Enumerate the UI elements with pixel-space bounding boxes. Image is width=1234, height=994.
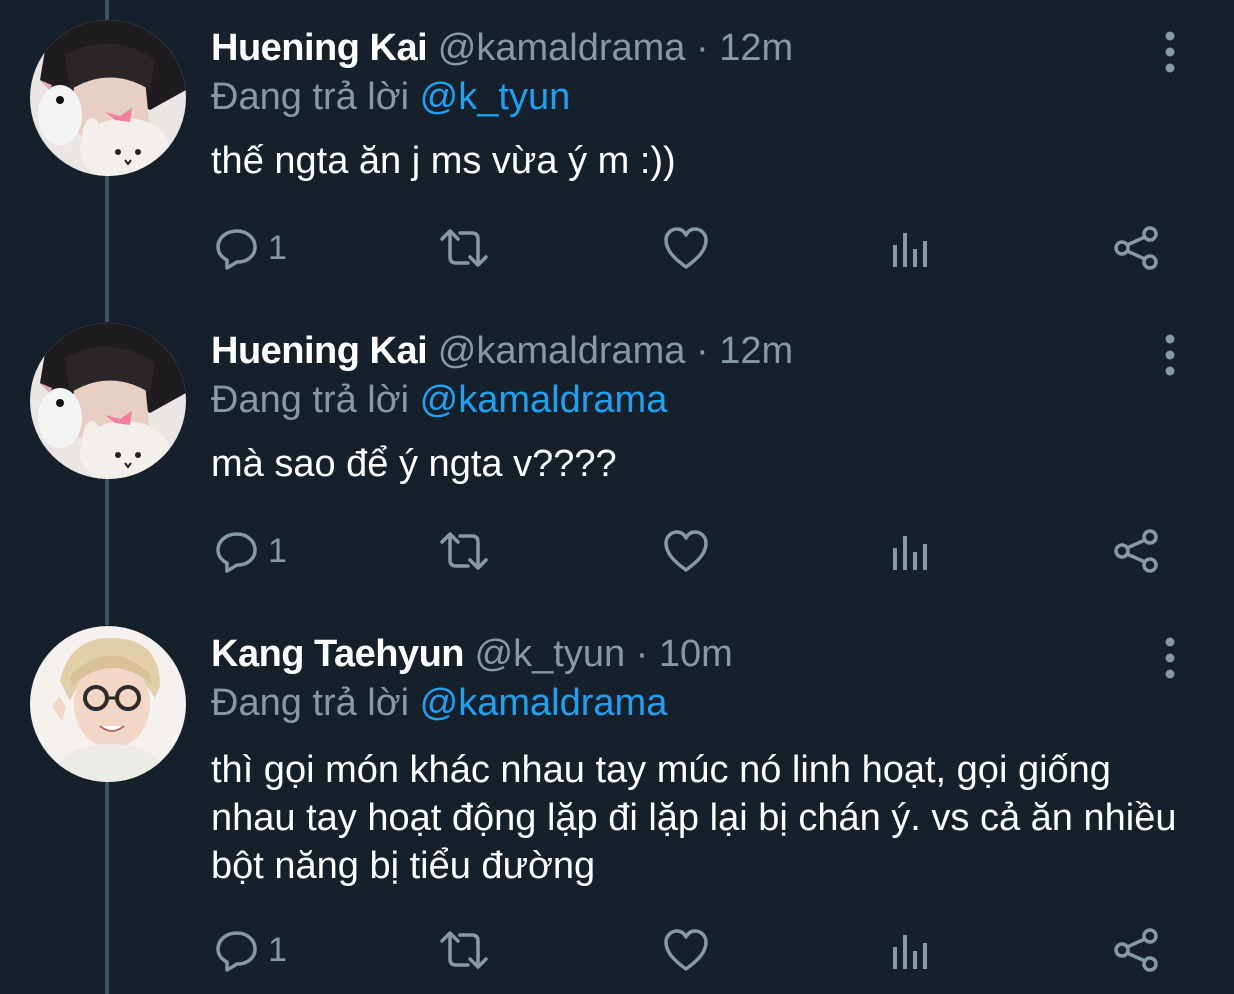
replying-label: Đang trả lời — [211, 379, 410, 421]
share-button[interactable] — [1112, 218, 1160, 278]
share-icon — [1114, 928, 1158, 972]
mention-link[interactable]: @kamaldrama — [420, 379, 668, 421]
tweet-text: thế ngta ăn j ms vừa ý m :)) — [211, 140, 676, 182]
separator: · — [695, 27, 709, 69]
avatar[interactable] — [30, 20, 186, 176]
analytics-icon — [893, 536, 927, 570]
retweet-icon — [440, 229, 488, 267]
analytics-button[interactable] — [890, 920, 930, 980]
share-icon — [1114, 226, 1158, 270]
separator: · — [695, 330, 709, 372]
replying-label: Đang trả lời — [211, 682, 410, 724]
tweet[interactable]: Huening Kai @kamaldrama · 12m Đang trả l… — [0, 20, 1234, 320]
tweet-header: Huening Kai @kamaldrama · 12m — [211, 323, 793, 379]
reply-icon — [216, 931, 257, 972]
heart-icon — [664, 530, 708, 572]
analytics-button[interactable] — [890, 521, 930, 581]
tweet-text: thì gọi món khác nhau tay múc nó linh ho… — [211, 749, 1177, 887]
analytics-icon — [893, 935, 927, 969]
retweet-button[interactable] — [438, 521, 490, 581]
user-handle[interactable]: @kamaldrama — [438, 330, 686, 372]
avatar[interactable] — [30, 626, 186, 782]
separator: · — [635, 633, 649, 675]
tweet-text: mà sao để ý ngta v???? — [211, 443, 617, 485]
display-name[interactable]: Huening Kai — [211, 330, 428, 372]
timestamp[interactable]: 10m — [659, 633, 733, 675]
share-button[interactable] — [1112, 920, 1160, 980]
reply-icon — [216, 229, 257, 270]
mention-link[interactable]: @k_tyun — [420, 76, 571, 118]
tweet-actions: 1 — [200, 920, 1180, 980]
timestamp[interactable]: 12m — [719, 27, 793, 69]
more-vertical-icon[interactable] — [1158, 30, 1182, 74]
display-name[interactable]: Kang Taehyun — [211, 633, 465, 675]
retweet-icon — [440, 532, 488, 570]
share-button[interactable] — [1112, 521, 1160, 581]
user-handle[interactable]: @kamaldrama — [438, 27, 686, 69]
reply-button[interactable]: 1 — [214, 218, 287, 278]
like-button[interactable] — [662, 218, 710, 278]
tweet-header: Kang Taehyun @k_tyun · 10m — [211, 626, 733, 682]
reply-count: 1 — [268, 930, 287, 969]
replying-label: Đang trả lời — [211, 76, 410, 118]
like-button[interactable] — [662, 521, 710, 581]
more-vertical-icon[interactable] — [1158, 636, 1182, 680]
timestamp[interactable]: 12m — [719, 330, 793, 372]
heart-icon — [664, 929, 708, 971]
replying-to: Đang trả lời @kamaldrama — [211, 678, 667, 728]
reply-icon — [216, 532, 257, 573]
heart-icon — [664, 227, 708, 269]
tweet-header: Huening Kai @kamaldrama · 12m — [211, 20, 793, 76]
mention-link[interactable]: @kamaldrama — [420, 682, 668, 724]
replying-to: Đang trả lời @kamaldrama — [211, 375, 667, 425]
replying-to: Đang trả lời @k_tyun — [211, 72, 570, 122]
tweet-actions: 1 — [200, 521, 1180, 581]
reply-count: 1 — [268, 531, 287, 570]
like-button[interactable] — [662, 920, 710, 980]
user-handle[interactable]: @k_tyun — [475, 633, 626, 675]
retweet-icon — [440, 931, 488, 969]
more-vertical-icon[interactable] — [1158, 333, 1182, 377]
reply-button[interactable]: 1 — [214, 920, 287, 980]
analytics-button[interactable] — [890, 218, 930, 278]
thread-line — [105, 0, 109, 20]
share-icon — [1114, 529, 1158, 573]
retweet-button[interactable] — [438, 920, 490, 980]
reply-count: 1 — [268, 228, 287, 267]
tweet-actions: 1 — [200, 218, 1180, 278]
tweet[interactable]: Huening Kai @kamaldrama · 12m Đang trả l… — [0, 323, 1234, 623]
display-name[interactable]: Huening Kai — [211, 27, 428, 69]
reply-button[interactable]: 1 — [214, 521, 287, 581]
retweet-button[interactable] — [438, 218, 490, 278]
tweet-thread: Huening Kai @kamaldrama · 12m Đang trả l… — [0, 0, 1234, 994]
analytics-icon — [893, 233, 927, 267]
avatar[interactable] — [30, 323, 186, 479]
tweet[interactable]: Kang Taehyun @k_tyun · 10m Đang trả lời … — [0, 626, 1234, 994]
